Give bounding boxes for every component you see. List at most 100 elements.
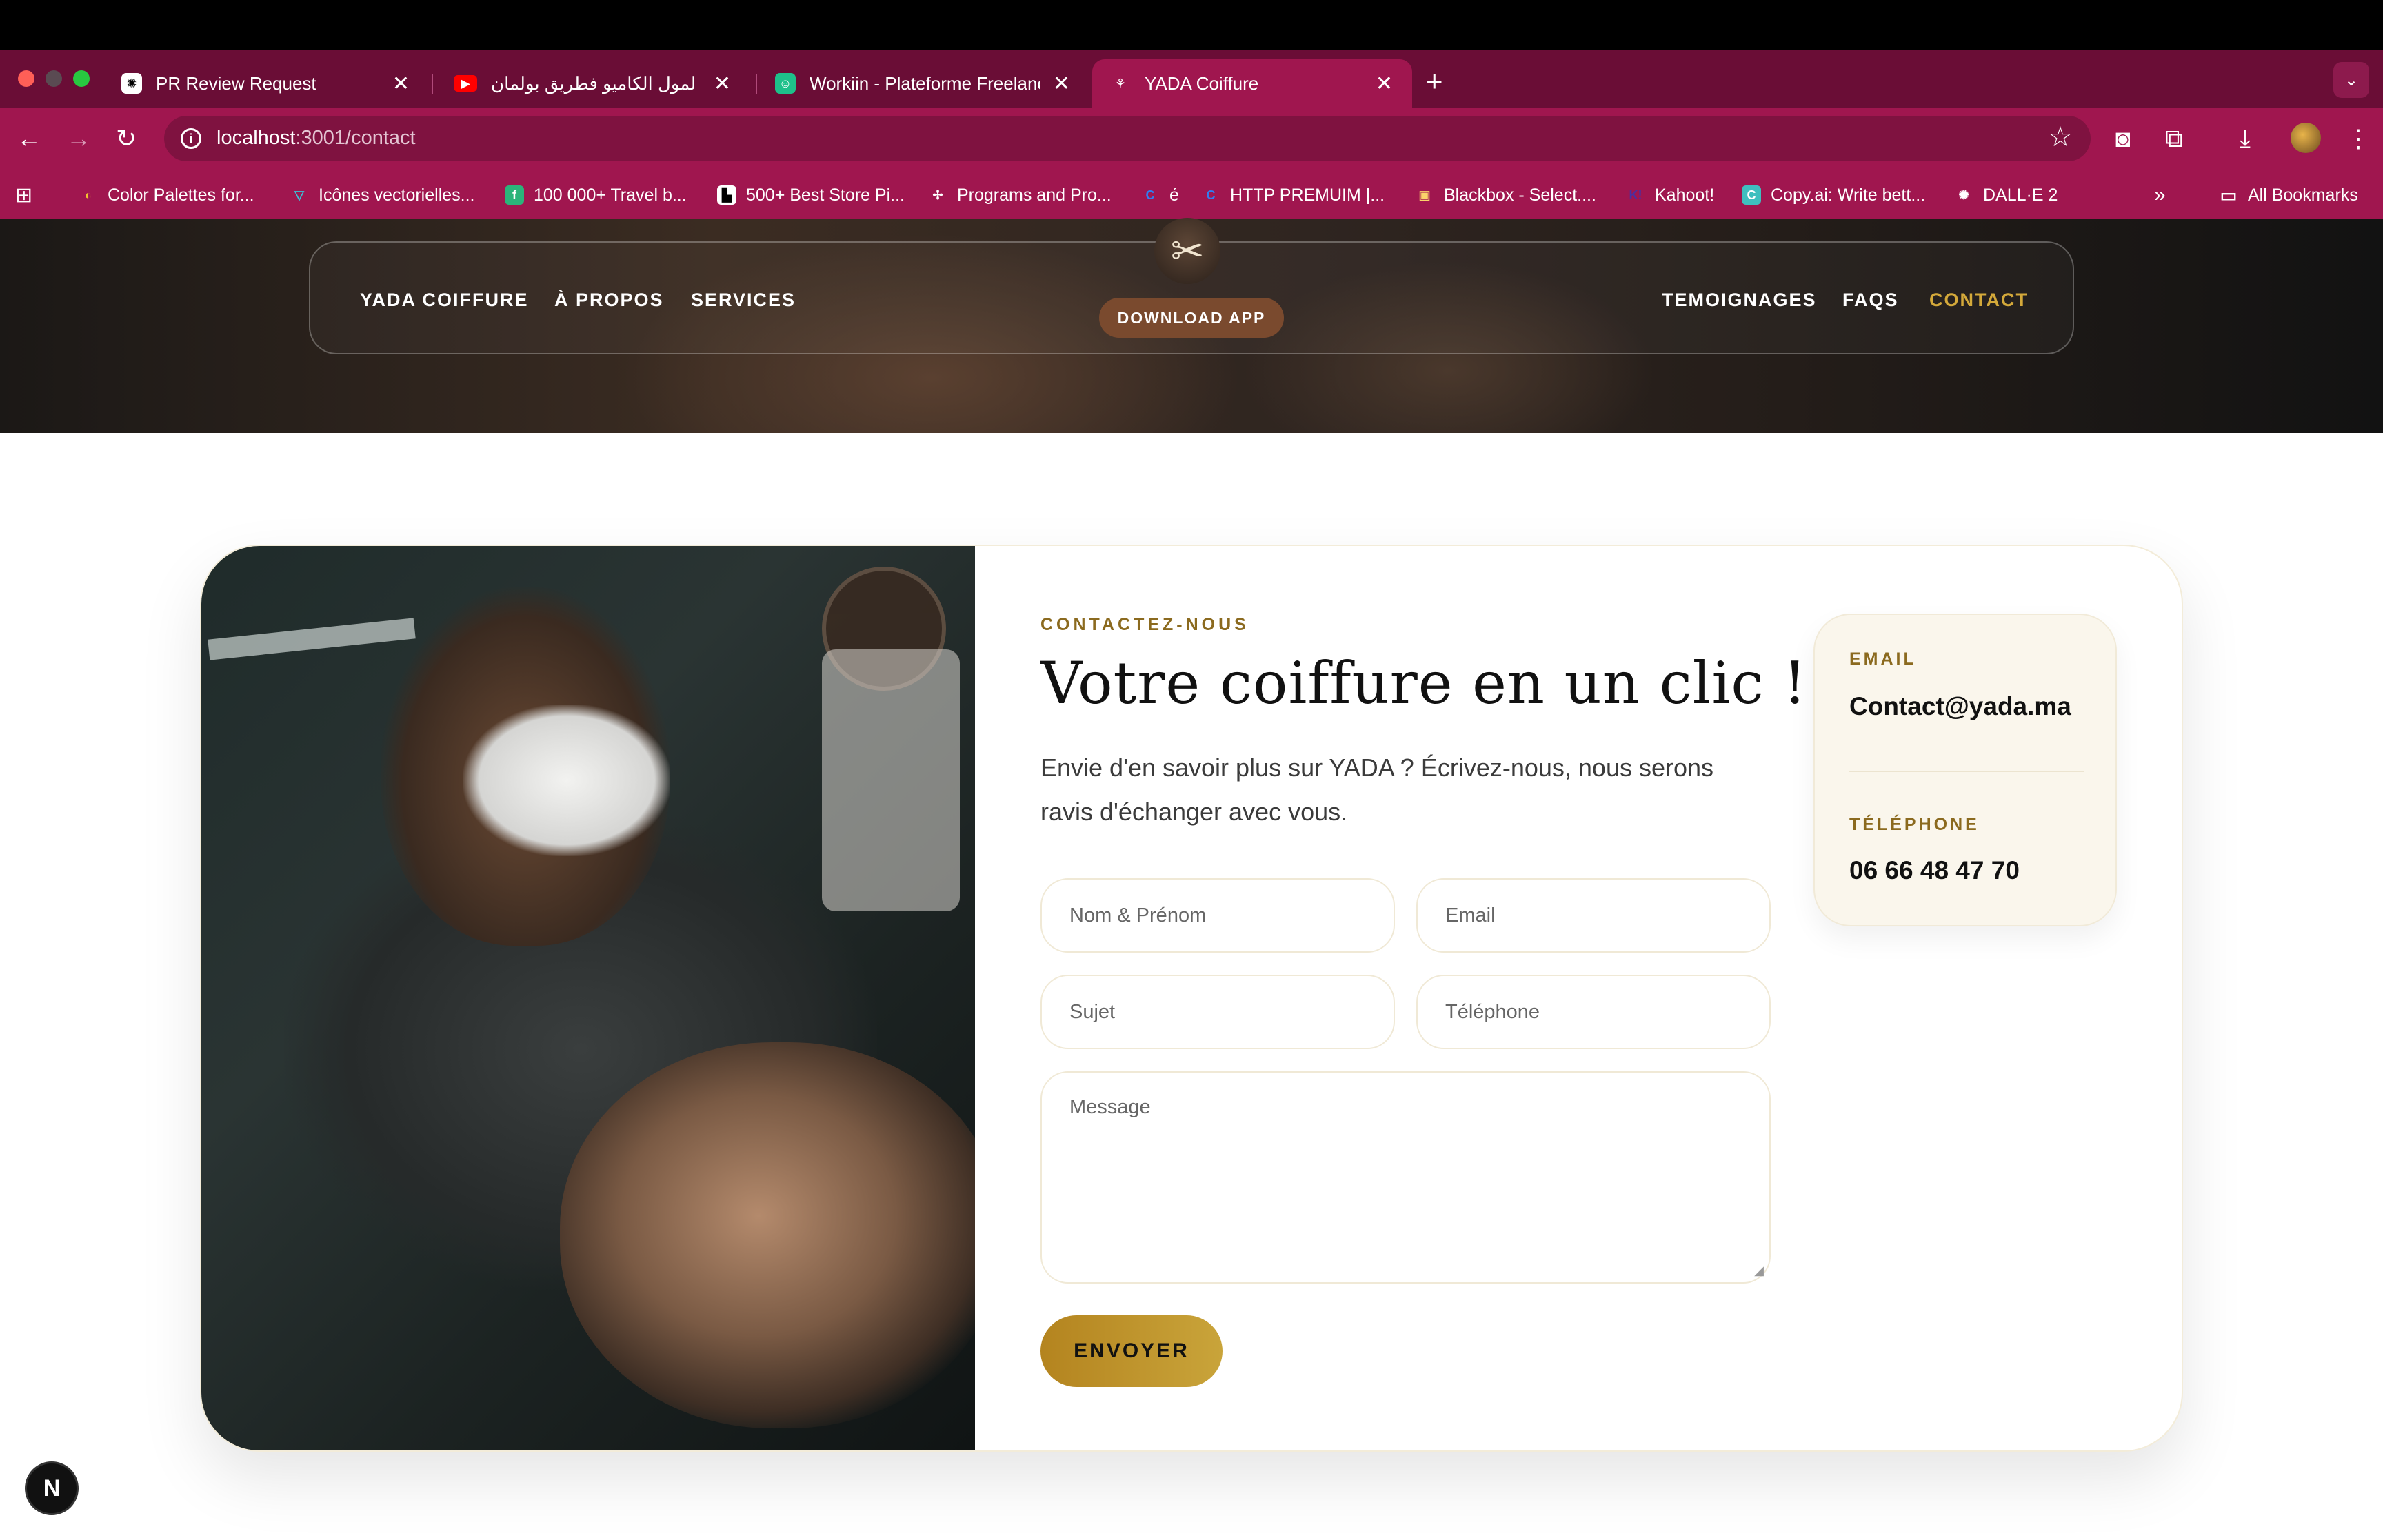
url-text[interactable]: localhost:3001/contact (217, 127, 416, 150)
bookmark-blackbox[interactable]: ▣ Blackbox - Select.... (1415, 183, 1596, 207)
bookmark-http-premium[interactable]: C HTTP PREMUIM |... (1201, 183, 1385, 207)
bookmark-label: All Bookmarks (2248, 185, 2358, 205)
kahoot-icon: K! (1629, 188, 1642, 202)
more-bookmarks-icon[interactable]: » (2154, 183, 2166, 207)
yada-icon: ⚘ (1114, 76, 1127, 90)
bookmark-color-palettes[interactable]: ◐ Color Palettes for... (79, 183, 254, 207)
contact-info-box: EMAIL Contact@yada.ma TÉLÉPHONE 06 66 48… (1813, 614, 2117, 926)
tab-separator (432, 74, 433, 94)
nav-link-faqs[interactable]: FAQS (1842, 290, 1899, 311)
url-host: localhost (217, 127, 296, 149)
url-path: :3001/contact (295, 127, 416, 149)
bookmark-star-icon[interactable]: ☆ (2048, 121, 2073, 153)
back-arrow-icon[interactable]: ← (17, 123, 41, 154)
apps-grid-icon[interactable]: ⊞ (15, 183, 32, 207)
bookmark-label: Icônes vectorielles... (319, 185, 475, 205)
bookmark-e[interactable]: Cé (1140, 183, 1179, 207)
section-lead: Envie d'en savoir plus sur YADA ? Écrive… (1040, 753, 1714, 826)
nav-link-home[interactable]: YADA COIFFURE (360, 290, 529, 311)
tab-strip: ✺ PR Review Request ✕ ▶ لي وقع لمول الكا… (0, 50, 2383, 108)
download-app-button[interactable]: DOWNLOAD APP (1099, 298, 1284, 338)
message-textarea[interactable] (1069, 1096, 1742, 1248)
forward-arrow-icon[interactable]: → (66, 123, 91, 154)
bookmark-label: HTTP PREMUIM |... (1230, 185, 1385, 205)
bookmark-label: DALL·E 2 (1983, 185, 2058, 205)
photo-shape (208, 618, 416, 660)
email-field[interactable] (1416, 878, 1771, 953)
tab-workiin[interactable]: ☺ Workiin - Plateforme Freelance ✕ (757, 59, 1089, 108)
resize-handle-icon[interactable]: ◢ (1754, 1264, 1764, 1278)
palette-icon: ◐ (84, 188, 92, 202)
all-bookmarks-folder[interactable]: ▭ All Bookmarks (2219, 183, 2358, 207)
site-info-icon[interactable]: i (181, 128, 201, 149)
bookmark-icones[interactable]: ▽ Icônes vectorielles... (290, 183, 475, 207)
tab-pr-review[interactable]: ✺ PR Review Request ✕ (103, 59, 429, 108)
programs-icon: ✢ (932, 188, 943, 202)
tab-title: Workiin - Plateforme Freelance (810, 72, 1040, 94)
section-eyebrow: CONTACTEZ-NOUS (1040, 615, 1249, 634)
youtube-icon: ▶ (454, 75, 477, 92)
subject-field[interactable] (1040, 975, 1395, 1049)
nextjs-dev-badge[interactable]: N (25, 1461, 79, 1515)
maximize-window-button[interactable] (73, 70, 90, 87)
barber-photo (201, 546, 975, 1450)
close-tab-icon[interactable]: ✕ (1053, 72, 1070, 96)
bookmark-copyai[interactable]: C Copy.ai: Write bett... (1742, 183, 1925, 207)
subject-input[interactable] (1069, 1000, 1366, 1024)
bookmarks-bar: ⊞ ◐ Color Palettes for... ▽ Icônes vectori… (0, 170, 2383, 219)
email-input[interactable] (1445, 904, 1742, 927)
bookmark-programs[interactable]: ✢ Programs and Pro... (928, 183, 1111, 207)
name-field[interactable] (1040, 878, 1395, 953)
close-tab-icon[interactable]: ✕ (714, 72, 731, 96)
tab-yada-coiffure[interactable]: ⚘ YADA Coiffure ✕ (1092, 59, 1412, 108)
scissors-icon[interactable]: ✂ (1154, 218, 1220, 284)
browser-chrome: ✺ PR Review Request ✕ ▶ لي وقع لمول الكا… (0, 50, 2383, 219)
phone-input[interactable] (1445, 1000, 1742, 1024)
close-window-button[interactable] (18, 70, 34, 87)
nav-link-about[interactable]: À PROPOS (554, 290, 664, 311)
phone-value[interactable]: 06 66 48 47 70 (1849, 856, 2020, 885)
send-button[interactable]: ENVOYER (1040, 1315, 1223, 1387)
bookmark-store[interactable]: ▙ 500+ Best Store Pi... (717, 183, 905, 207)
bookmark-dalle[interactable]: ✺ DALL·E 2 (1954, 183, 2058, 207)
vector-icon: ▽ (294, 188, 304, 202)
freepik-icon: f (505, 185, 524, 205)
workiin-icon: ☺ (775, 73, 796, 94)
blackbox-icon: ▣ (1418, 188, 1431, 202)
nav-link-services[interactable]: SERVICES (691, 290, 796, 311)
menu-kebab-icon[interactable]: ⋮ (2346, 124, 2371, 153)
nav-link-testimonials[interactable]: TEMOIGNAGES (1662, 290, 1817, 311)
tab-title: YADA Coiffure (1145, 72, 1259, 94)
message-field[interactable]: ◢ (1040, 1071, 1771, 1284)
profile-avatar[interactable] (2291, 123, 2321, 153)
close-tab-icon[interactable]: ✕ (392, 72, 410, 96)
bookmark-travel[interactable]: f 100 000+ Travel b... (505, 183, 687, 207)
photo-shape (463, 705, 670, 856)
tab-search-icon[interactable]: ⌄ (2333, 62, 2369, 98)
folder-icon: ▭ (2220, 184, 2238, 205)
reload-icon[interactable]: ↻ (116, 123, 137, 154)
nav-link-contact[interactable]: CONTACT (1929, 290, 2029, 311)
email-value[interactable]: Contact@yada.ma (1849, 692, 2071, 721)
divider (1849, 771, 2084, 772)
page-title: Votre coiffure en un clic ! (1040, 649, 1807, 717)
bookmark-label: Blackbox - Select.... (1444, 185, 1596, 205)
bookmark-label: Copy.ai: Write bett... (1771, 185, 1926, 205)
tab-title: PR Review Request (156, 72, 316, 94)
phone-field[interactable] (1416, 975, 1771, 1049)
bookmark-label: Kahoot! (1655, 185, 1715, 205)
screenshot-icon[interactable]: ◙ (2115, 124, 2131, 153)
openai-icon: ✺ (1958, 188, 1969, 202)
name-input[interactable] (1069, 904, 1366, 927)
bookmark-kahoot[interactable]: K! Kahoot! (1626, 183, 1715, 207)
tab-youtube[interactable]: ▶ لي وقع لمول الكاميو فطريق بولمان ✕ (436, 59, 750, 108)
new-tab-icon[interactable]: + (1426, 65, 1443, 98)
browser-toolbar: ← → ↻ i localhost:3001/contact ☆ ◙ ⧉ ⤓ ⋮ (0, 108, 2383, 170)
unsplash-icon: ▙ (717, 185, 736, 205)
extensions-icon[interactable]: ⧉ (2165, 124, 2183, 154)
tab-title: لي وقع لمول الكاميو فطريق بولمان (491, 72, 701, 94)
close-tab-icon[interactable]: ✕ (1376, 72, 1393, 96)
address-bar[interactable]: i localhost:3001/contact ☆ (164, 116, 2091, 161)
minimize-window-button[interactable] (46, 70, 62, 87)
download-icon[interactable]: ⤓ (2240, 124, 2251, 154)
